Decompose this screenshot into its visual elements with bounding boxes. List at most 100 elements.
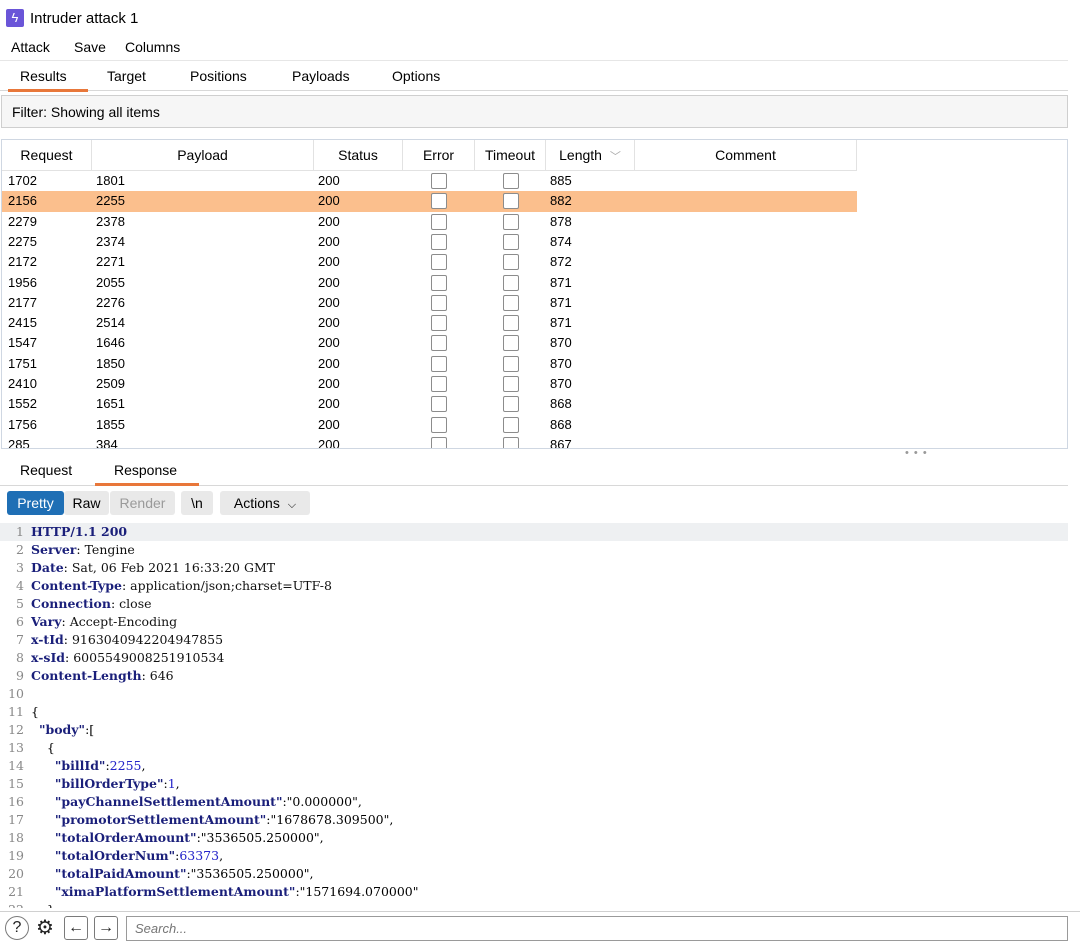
tab-target[interactable]: Target bbox=[107, 68, 146, 84]
timeout-checkbox bbox=[503, 213, 519, 230]
cell-length: 871 bbox=[550, 274, 572, 290]
table-row[interactable]: 2279 2378 200 878 bbox=[2, 212, 857, 232]
cell-request: 2279 bbox=[8, 213, 37, 229]
col-length[interactable]: Length ﹀ bbox=[546, 140, 635, 171]
col-payload[interactable]: Payload bbox=[92, 140, 314, 171]
chevron-down-icon: ⌵ bbox=[287, 499, 297, 511]
cell-request: 2172 bbox=[8, 254, 37, 270]
cell-status: 200 bbox=[318, 436, 340, 449]
timeout-checkbox bbox=[503, 233, 519, 250]
table-row[interactable]: 1547 1646 200 870 bbox=[2, 333, 857, 353]
tab-options[interactable]: Options bbox=[392, 68, 440, 84]
help-icon[interactable]: ? bbox=[5, 916, 29, 940]
cell-request: 2275 bbox=[8, 233, 37, 249]
cell-request: 285 bbox=[8, 436, 30, 449]
filter-bar[interactable]: Filter: Showing all items bbox=[1, 95, 1068, 128]
raw-button[interactable]: Raw bbox=[64, 491, 109, 515]
cell-status: 200 bbox=[318, 274, 340, 290]
back-arrow-icon[interactable]: ← bbox=[64, 916, 88, 940]
table-row[interactable]: 285 384 200 867 bbox=[2, 435, 857, 449]
cell-status: 200 bbox=[318, 376, 340, 391]
timeout-checkbox bbox=[503, 173, 519, 189]
code-text: x-sId: 6005549008251910534 bbox=[31, 650, 225, 665]
cell-status: 200 bbox=[318, 254, 340, 270]
menu-columns[interactable]: Columns bbox=[125, 39, 180, 55]
cell-length: 885 bbox=[550, 173, 572, 188]
results-table: Request Payload Status Error Timeout Len… bbox=[1, 139, 1068, 449]
error-checkbox bbox=[431, 274, 447, 291]
code-text: "billId":2255, bbox=[54, 758, 146, 773]
timeout-checkbox bbox=[503, 436, 519, 448]
table-row[interactable]: 2275 2374 200 874 bbox=[2, 232, 857, 252]
col-timeout[interactable]: Timeout bbox=[475, 140, 546, 171]
code-text: Date: Sat, 06 Feb 2021 16:33:20 GMT bbox=[31, 560, 276, 575]
table-row[interactable]: 2410 2509 200 870 bbox=[2, 374, 857, 394]
code-text: "payChannelSettlementAmount":"0.000000", bbox=[54, 794, 362, 809]
col-error[interactable]: Error bbox=[403, 140, 475, 171]
code-line: 2 Server: Tengine bbox=[0, 541, 1068, 559]
code-text: Content-Length: 646 bbox=[31, 668, 174, 683]
cell-length: 874 bbox=[550, 233, 572, 249]
error-checkbox bbox=[431, 436, 447, 448]
table-row[interactable]: 2415 2514 200 871 bbox=[2, 313, 857, 333]
filter-text: Filter: Showing all items bbox=[12, 104, 160, 120]
line-number: 5 bbox=[16, 596, 24, 611]
pretty-button[interactable]: Pretty bbox=[7, 491, 64, 515]
error-checkbox bbox=[431, 416, 447, 433]
cell-length: 870 bbox=[550, 335, 572, 351]
menu-save[interactable]: Save bbox=[74, 39, 106, 55]
tab-payloads[interactable]: Payloads bbox=[292, 68, 350, 84]
line-number: 13 bbox=[8, 740, 24, 755]
cell-status: 200 bbox=[318, 294, 340, 310]
code-text: { bbox=[31, 740, 55, 755]
render-button[interactable]: Render bbox=[110, 491, 175, 515]
error-checkbox bbox=[431, 294, 447, 311]
tab-response[interactable]: Response bbox=[114, 462, 177, 478]
actions-button[interactable]: Actions ⌵ bbox=[220, 491, 310, 515]
table-row[interactable]: 1552 1651 200 868 bbox=[2, 394, 857, 414]
response-editor[interactable]: 1 HTTP/1.1 200 2 Server: Tengine 3 Date: Sat,… bbox=[0, 523, 1068, 908]
col-request[interactable]: Request bbox=[2, 140, 92, 171]
settings-icon[interactable]: ⚙ bbox=[33, 916, 57, 940]
line-number: 11 bbox=[8, 704, 24, 719]
newline-toggle-button[interactable]: \n bbox=[181, 491, 213, 515]
line-number: 7 bbox=[16, 632, 24, 647]
tab-positions[interactable]: Positions bbox=[190, 68, 247, 84]
code-text: "totalOrderAmount":"3536505.250000", bbox=[54, 830, 324, 845]
table-row[interactable]: 1956 2055 200 871 bbox=[2, 273, 857, 293]
line-number: 14 bbox=[8, 758, 24, 773]
cell-length: 870 bbox=[550, 355, 572, 371]
tab-results[interactable]: Results bbox=[20, 68, 67, 84]
table-row[interactable]: 1751 1850 200 870 bbox=[2, 354, 857, 374]
col-comment[interactable]: Comment bbox=[635, 140, 857, 171]
menu-attack[interactable]: Attack bbox=[11, 39, 50, 55]
table-row[interactable]: 1702 1801 200 885 bbox=[2, 171, 857, 191]
cell-length: 871 bbox=[550, 315, 572, 331]
col-status[interactable]: Status bbox=[314, 140, 403, 171]
timeout-checkbox bbox=[503, 416, 519, 433]
cell-request: 2410 bbox=[8, 376, 37, 391]
cell-request: 1552 bbox=[8, 396, 37, 412]
cell-status: 200 bbox=[318, 355, 340, 371]
error-checkbox bbox=[431, 315, 447, 332]
table-row[interactable]: 1756 1855 200 868 bbox=[2, 415, 857, 435]
code-text: }, bbox=[31, 901, 59, 908]
line-number: 3 bbox=[16, 560, 24, 575]
cell-payload: 1651 bbox=[96, 396, 125, 412]
view-toolbar: Pretty Raw Render \n Actions ⌵ bbox=[0, 488, 1068, 518]
table-row[interactable]: 2156 2255 200 882 bbox=[2, 191, 857, 212]
cell-length: 871 bbox=[550, 294, 572, 310]
line-number: 8 bbox=[16, 650, 24, 665]
cell-request: 1956 bbox=[8, 274, 37, 290]
table-row[interactable]: 2172 2271 200 872 bbox=[2, 252, 857, 272]
line-number: 19 bbox=[8, 848, 24, 863]
table-row[interactable]: 2177 2276 200 871 bbox=[2, 293, 857, 313]
cell-payload: 1855 bbox=[96, 416, 125, 432]
tab-request[interactable]: Request bbox=[20, 462, 72, 478]
search-input[interactable] bbox=[126, 916, 1068, 941]
timeout-checkbox bbox=[503, 396, 519, 413]
error-checkbox bbox=[431, 213, 447, 230]
cell-payload: 2255 bbox=[96, 193, 125, 209]
forward-arrow-icon[interactable]: → bbox=[94, 916, 118, 940]
cell-status: 200 bbox=[318, 416, 340, 432]
